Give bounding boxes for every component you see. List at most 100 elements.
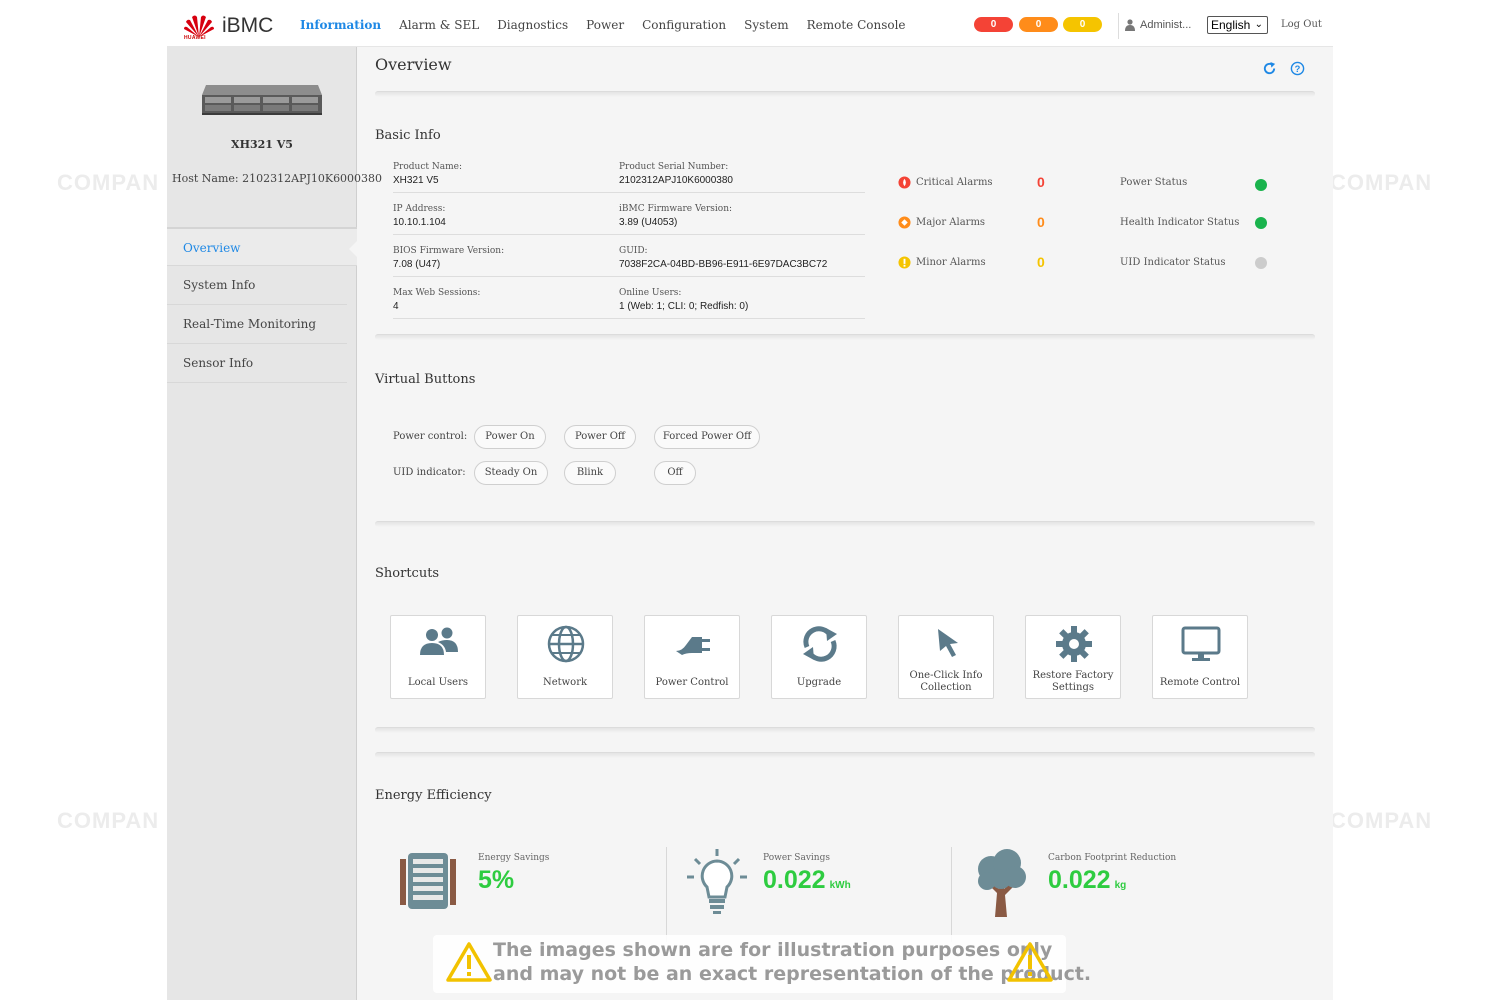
sidebar-item-overview[interactable]: Overview [167,227,357,266]
critical-alarms-count[interactable]: 0 [1037,174,1045,190]
nav-system[interactable]: System [744,18,788,32]
uid-off-button[interactable]: Off [654,461,696,485]
power-savings-label: Power Savings [763,853,830,863]
nav-configuration[interactable]: Configuration [642,18,726,32]
shortcut-remote-control[interactable]: Remote Control [1152,615,1248,699]
power-off-button[interactable]: Power Off [564,425,636,449]
sidebar-item-system-info[interactable]: System Info [167,266,347,305]
refresh-icon[interactable] [1262,61,1277,76]
gear-icon [1056,626,1092,662]
section-divider [375,334,1315,340]
shortcut-one-click-info-collection[interactable]: One-Click Info Collection [898,615,994,699]
shortcut-label: Upgrade [796,677,842,688]
power-savings-unit: kWh [829,880,851,891]
page-title: Overview [375,55,452,74]
plug-icon [676,637,710,655]
section-divider [375,727,1315,733]
major-alarms-count[interactable]: 0 [1037,214,1045,230]
field-label: BIOS Firmware Version: [393,246,505,256]
field-label: Product Name: [393,162,462,172]
warning-icon [1007,942,1053,982]
cursor-icon [938,629,958,657]
power-control-label: Power control: [393,431,468,442]
carbon-footprint-unit: kg [1114,880,1127,891]
shortcuts-title: Shortcuts [375,566,440,581]
main-nav: Information Alarm & SEL Diagnostics Powe… [300,18,906,32]
huawei-wordmark: HUAWEI [184,35,206,41]
bios-firmware-field: BIOS Firmware Version: 7.08 (U47) [393,246,619,277]
critical-alarm-badge[interactable]: 0 [974,17,1013,32]
warning-icon [446,942,492,982]
watermark: COMPAN [1330,808,1433,833]
watermark: COMPAN [1330,170,1433,195]
field-label: GUID: [619,246,648,256]
chevron-down-icon: ⌄ [1254,19,1263,30]
host-name: Host Name: 2102312APJ10K6000380 [172,172,383,185]
product-name-field: Product Name: XH321 V5 [393,162,619,193]
server-rack-icon [400,853,456,909]
nav-information[interactable]: Information [300,18,381,32]
shortcut-upgrade[interactable]: Upgrade [771,615,867,699]
server-model: XH321 V5 [231,138,293,151]
svg-text:?: ? [1295,64,1301,74]
logout-link[interactable]: Log Out [1281,19,1322,30]
sidebar: XH321 V5 Host Name: 2102312APJ10K6000380… [167,47,382,1000]
basic-info-title: Basic Info [375,128,441,143]
guid-field: GUID: 7038F2CA-04BD-BB96-E911-6E97DAC3BC… [619,246,865,277]
ibmc-window: HUAWEI iBMC Information Alarm & SEL Diag… [167,4,1333,1000]
power-status-indicator [1255,179,1267,191]
minor-alarms-label: Minor Alarms [916,257,986,268]
major-alarms-label: Major Alarms [916,217,986,228]
health-status-indicator [1255,217,1267,229]
field-label: iBMC Firmware Version: [619,204,733,214]
power-savings-number: 0.022 [763,866,826,894]
user-name[interactable]: Administ... [1140,19,1191,31]
nav-power[interactable]: Power [586,18,624,32]
shortcut-restore-factory-settings[interactable]: Restore Factory Settings [1025,615,1121,699]
uid-status-indicator [1255,257,1267,269]
sidebar-item-real-time-monitoring[interactable]: Real-Time Monitoring [167,305,347,344]
carbon-footprint-label: Carbon Footprint Reduction [1048,853,1177,863]
nav-diagnostics[interactable]: Diagnostics [497,18,568,32]
uid-indicator-label: UID indicator: [393,467,466,478]
carbon-footprint-number: 0.022 [1048,866,1111,894]
power-on-button[interactable]: Power On [474,425,546,449]
power-status-label: Power Status [1120,177,1188,188]
uid-indicator-status-label: UID Indicator Status [1120,257,1226,268]
sidebar-item-sensor-info[interactable]: Sensor Info [167,344,347,383]
tree-icon [978,849,1026,917]
carbon-footprint-value: 0.022 kg [1048,866,1126,895]
nav-alarm-sel[interactable]: Alarm & SEL [399,18,479,32]
app-title: iBMC [222,14,274,37]
max-web-sessions-field: Max Web Sessions: 4 [393,288,619,319]
section-divider [375,521,1315,527]
watermark: COMPAN [57,170,160,195]
users-icon [420,627,458,655]
blink-button[interactable]: Blink [564,461,616,485]
section-divider [375,91,1315,97]
field-value: 1 (Web: 1; CLI: 0; Redfish: 0) [619,301,749,312]
field-value: 3.89 (U4053) [619,217,678,228]
health-indicator-status-label: Health Indicator Status [1120,217,1240,228]
disclaimer-banner: The images shown are for illustration pu… [433,935,1091,993]
ip-address-field: IP Address: 10.10.1.104 [393,204,619,235]
globe-icon [547,625,585,663]
major-alarm-badge[interactable]: 0 [1019,17,1058,32]
main-content: Overview ? Basic Info Product Name: XH32… [358,47,1333,1000]
major-alarm-icon [898,216,911,229]
minor-alarm-badge[interactable]: 0 [1063,17,1102,32]
shortcut-local-users[interactable]: Local Users [390,615,486,699]
shortcut-network[interactable]: Network [517,615,613,699]
language-value: English [1211,18,1251,32]
help-icon[interactable]: ? [1290,61,1305,76]
shortcut-label: Power Control [655,677,729,688]
shortcut-power-control[interactable]: Power Control [644,615,740,699]
language-select[interactable]: English ⌄ [1207,16,1268,34]
energy-efficiency-title: Energy Efficiency [375,788,492,803]
field-label: Product Serial Number: [619,162,729,172]
serial-number-field: Product Serial Number: 2102312APJ10K6000… [619,162,865,193]
steady-on-button[interactable]: Steady On [474,461,548,485]
minor-alarms-count[interactable]: 0 [1037,254,1045,270]
nav-remote-console[interactable]: Remote Console [807,18,906,32]
forced-power-off-button[interactable]: Forced Power Off [654,425,760,449]
